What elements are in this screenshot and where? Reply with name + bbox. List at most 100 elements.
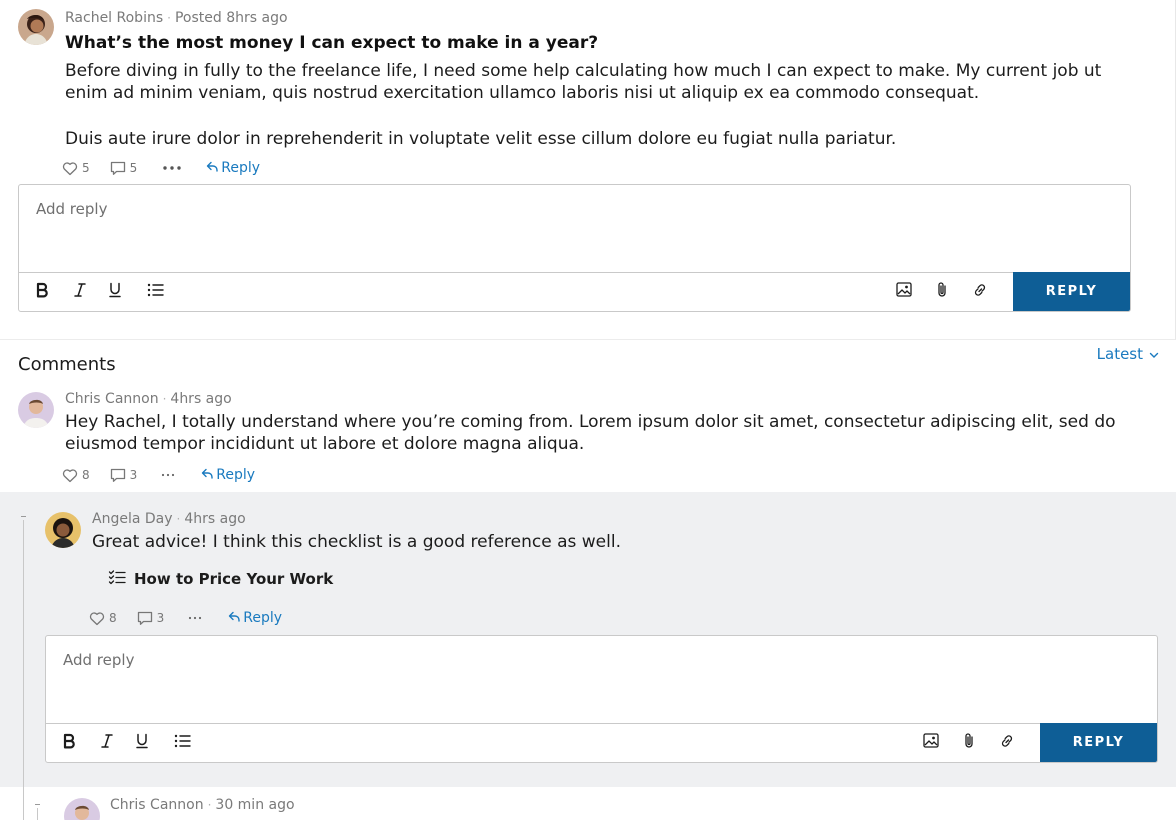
comment-icon xyxy=(110,161,126,176)
comment-meta: Angela Day · 4hrs ago xyxy=(92,511,246,527)
like-count: 8 xyxy=(109,611,117,625)
like-button[interactable]: 8 xyxy=(89,611,117,626)
comment-meta: Chris Cannon · 30 min ago xyxy=(110,797,295,813)
reply-button[interactable]: Reply xyxy=(206,160,260,176)
like-count: 5 xyxy=(82,161,90,175)
reply-count: 3 xyxy=(129,468,138,482)
image-button[interactable] xyxy=(889,272,919,311)
reply-label: Reply xyxy=(243,610,283,626)
comment-text: Hey Rachel, I totally understand where y… xyxy=(65,412,1116,454)
thread-collapse-handle[interactable] xyxy=(21,516,26,517)
discussion-page: Rachel Robins · Posted 8hrs ago What’s the… xyxy=(0,0,1176,820)
avatar[interactable] xyxy=(18,9,54,45)
like-button[interactable]: 8 xyxy=(62,468,90,483)
thread-line xyxy=(23,520,24,820)
comment-icon xyxy=(110,468,126,483)
author-name[interactable]: Angela Day xyxy=(92,511,173,527)
submit-reply-button[interactable]: REPLY xyxy=(1013,272,1130,311)
author-name[interactable]: Chris Cannon xyxy=(65,391,159,407)
attach-button[interactable] xyxy=(954,723,984,762)
attachment-icon xyxy=(963,732,975,753)
link-icon xyxy=(972,282,988,302)
more-button[interactable] xyxy=(188,616,202,620)
link-button[interactable] xyxy=(965,272,995,311)
italic-icon xyxy=(74,282,86,302)
more-icon xyxy=(188,616,202,620)
editor-toolbar: REPLY xyxy=(19,272,1130,311)
italic-icon xyxy=(101,733,113,753)
avatar[interactable] xyxy=(18,392,54,428)
bold-button[interactable] xyxy=(54,723,84,762)
italic-button[interactable] xyxy=(65,272,95,311)
attachment-title: How to Price Your Work xyxy=(134,570,334,588)
comment-actions: 8 3 Reply xyxy=(89,608,282,628)
image-icon xyxy=(896,282,912,301)
comment-text: Great advice! I think this checklist is … xyxy=(92,532,621,552)
sort-label: Latest xyxy=(1096,345,1143,363)
bold-icon xyxy=(35,282,49,302)
reply-icon xyxy=(228,610,240,626)
link-button[interactable] xyxy=(992,723,1022,762)
reply-label: Reply xyxy=(216,467,256,483)
more-icon xyxy=(161,473,175,477)
bold-icon xyxy=(62,733,76,753)
comment-actions: 8 3 Reply xyxy=(62,465,255,485)
more-icon xyxy=(162,165,182,171)
replies-button[interactable]: 3 xyxy=(110,468,138,483)
post-actions: 5 5 Reply xyxy=(62,158,260,178)
submit-reply-button[interactable]: REPLY xyxy=(1040,723,1157,762)
reply-button[interactable]: Reply xyxy=(201,467,255,483)
heart-icon xyxy=(62,468,78,483)
underline-button[interactable] xyxy=(100,272,130,311)
underline-icon xyxy=(109,282,121,302)
reply-editor: Add reply REPLY xyxy=(45,635,1158,763)
comment-icon xyxy=(137,611,153,626)
reply-label: Reply xyxy=(221,160,261,176)
heart-icon xyxy=(89,611,105,626)
replies-button[interactable]: 3 xyxy=(137,611,165,626)
link-icon xyxy=(999,733,1015,753)
bold-button[interactable] xyxy=(27,272,57,311)
underline-button[interactable] xyxy=(127,723,157,762)
post-body-paragraph: Duis aute irure dolor in reprehenderit i… xyxy=(65,129,897,149)
more-button[interactable] xyxy=(161,473,175,477)
comment-meta: Chris Cannon · 4hrs ago xyxy=(65,391,232,407)
editor-toolbar: REPLY xyxy=(46,723,1157,762)
reply-editor: Add reply REPLY xyxy=(18,184,1131,312)
chevron-down-icon xyxy=(1149,345,1159,363)
comments-heading: Comments xyxy=(18,354,116,375)
more-button[interactable] xyxy=(162,165,182,171)
checklist-icon xyxy=(108,569,126,589)
comment-time: 4hrs ago xyxy=(184,511,246,527)
author-name[interactable]: Chris Cannon xyxy=(110,797,204,813)
post: Rachel Robins · Posted 8hrs ago What’s the… xyxy=(0,0,1176,340)
attach-button[interactable] xyxy=(927,272,957,311)
thread-collapse-handle[interactable] xyxy=(35,804,40,805)
sort-dropdown[interactable]: Latest xyxy=(1097,345,1159,363)
comment-time: 4hrs ago xyxy=(170,391,232,407)
like-count: 8 xyxy=(82,468,90,482)
post-title: What’s the most money I can expect to ma… xyxy=(65,33,599,53)
avatar[interactable] xyxy=(45,512,81,548)
image-button[interactable] xyxy=(916,723,946,762)
list-button[interactable] xyxy=(140,272,170,311)
list-icon xyxy=(147,282,164,301)
attachment-icon xyxy=(936,281,948,302)
heart-icon xyxy=(62,161,78,176)
like-button[interactable]: 5 xyxy=(62,161,90,176)
attached-checklist-link[interactable]: How to Price Your Work xyxy=(108,569,333,589)
thread-line xyxy=(37,808,38,820)
italic-button[interactable] xyxy=(92,723,122,762)
reply-button[interactable]: Reply xyxy=(228,610,282,626)
avatar[interactable] xyxy=(64,798,100,820)
reply-icon xyxy=(206,160,218,176)
reply-count: 3 xyxy=(156,611,165,625)
list-button[interactable] xyxy=(167,723,197,762)
reply-input[interactable]: Add reply xyxy=(19,185,1130,273)
post-body-paragraph: Before diving in fully to the freelance … xyxy=(65,61,1102,103)
comment-time: 30 min ago xyxy=(215,797,295,813)
comments-button[interactable]: 5 xyxy=(110,161,137,176)
reply-input[interactable]: Add reply xyxy=(46,636,1157,724)
post-meta: Rachel Robins · Posted 8hrs ago xyxy=(65,10,288,26)
author-name[interactable]: Rachel Robins xyxy=(65,10,163,26)
